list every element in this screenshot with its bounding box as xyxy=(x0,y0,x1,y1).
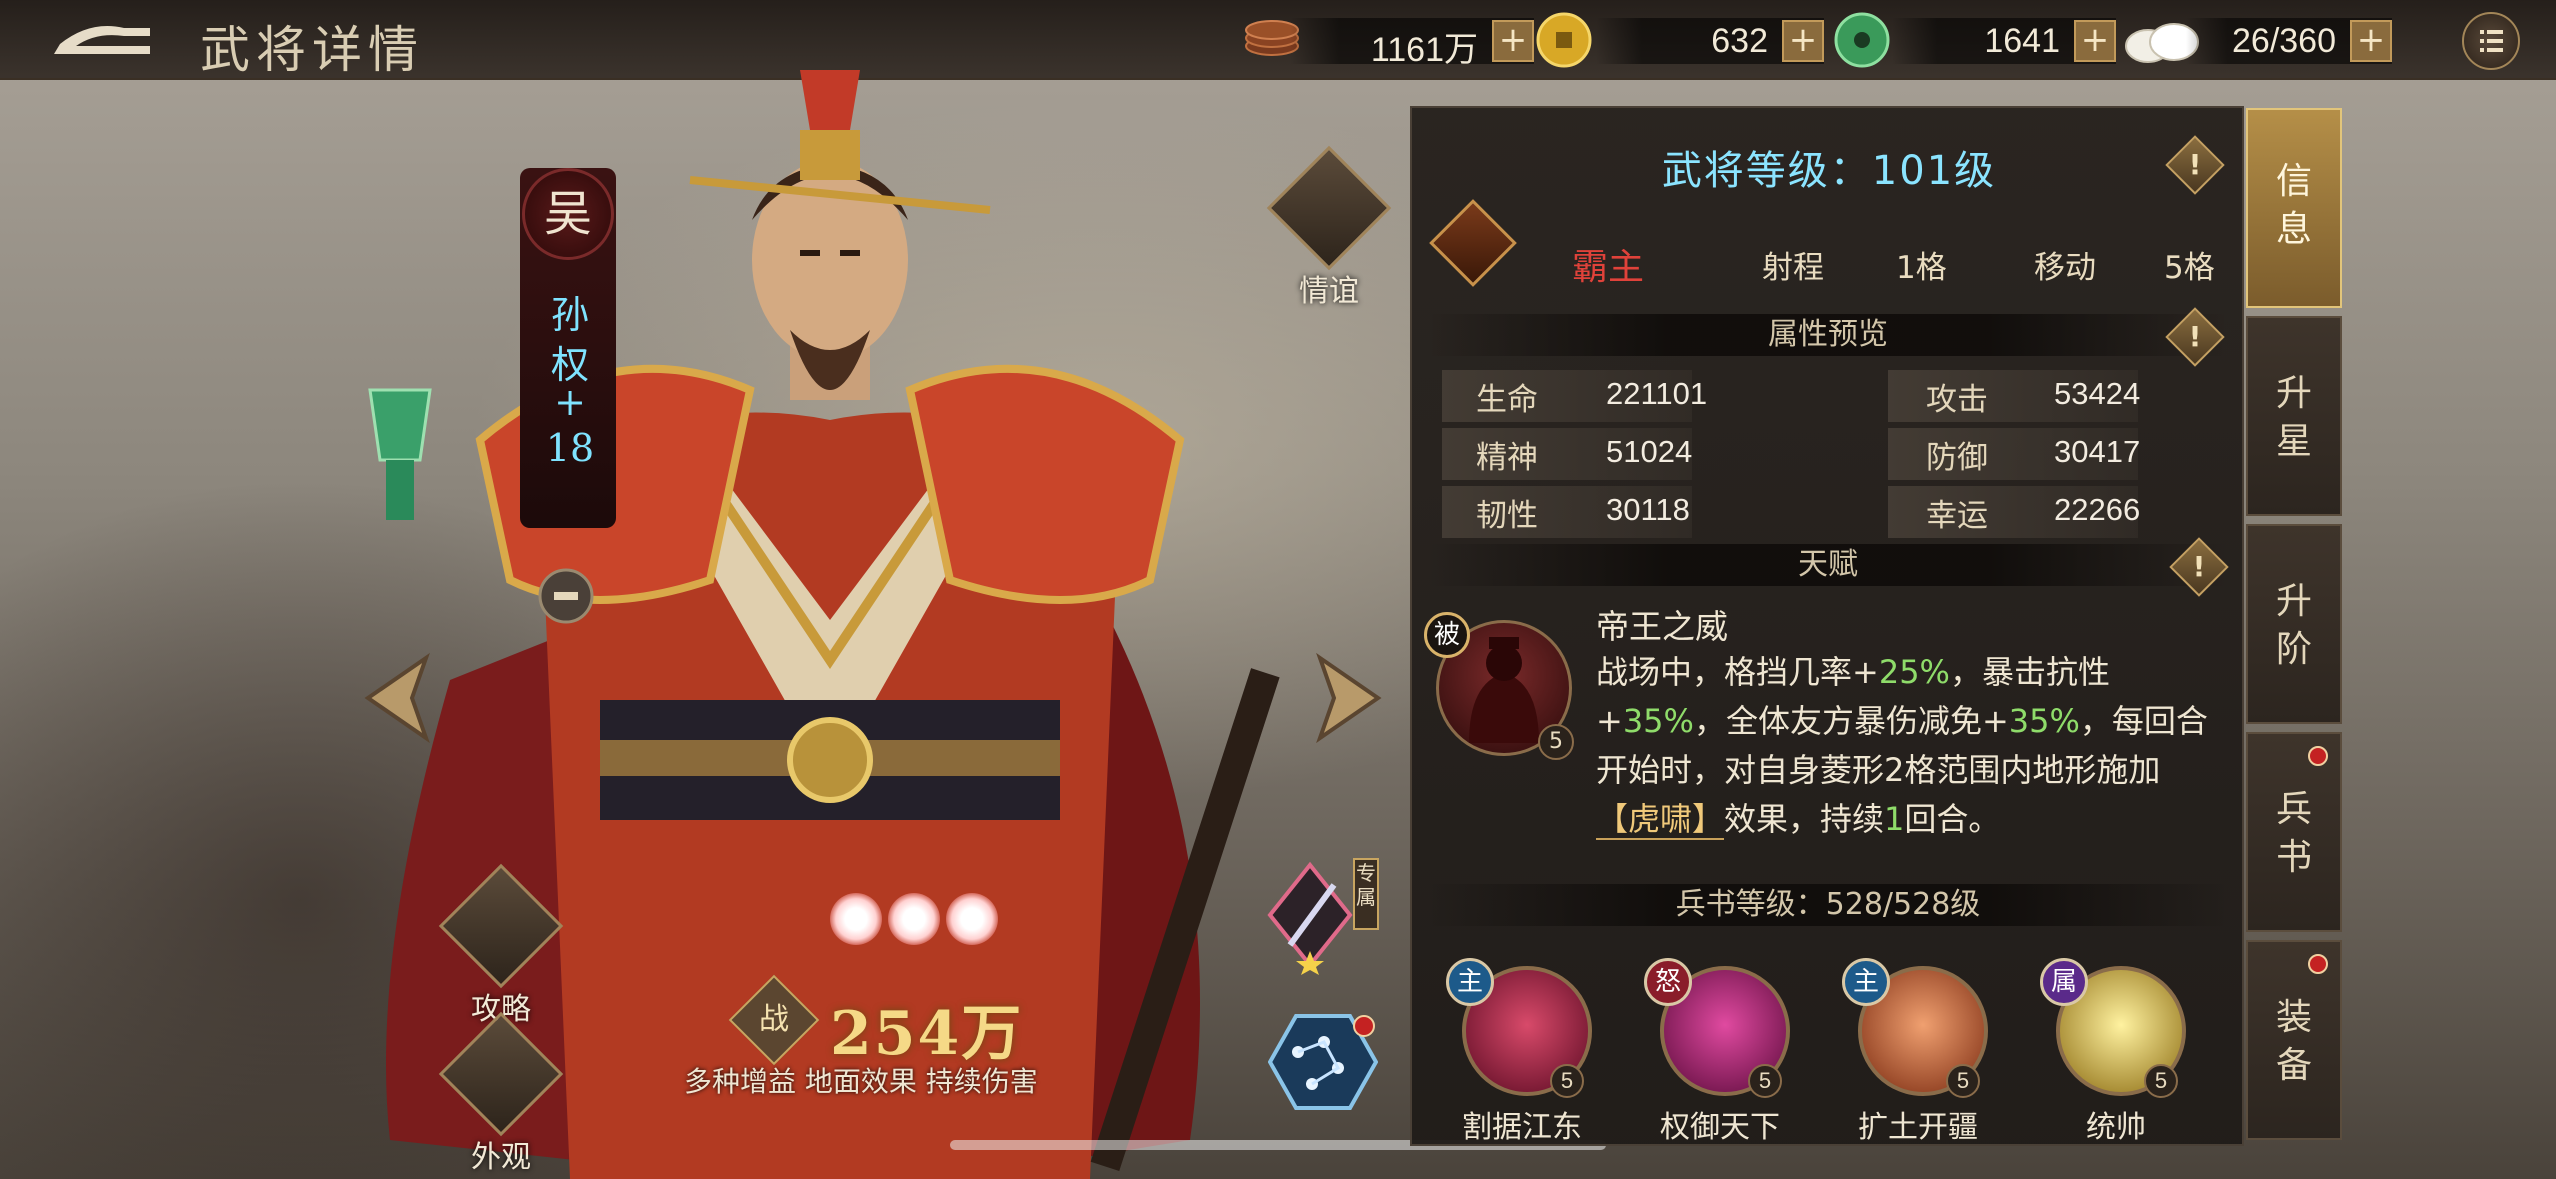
stat-label-defense: 防御 xyxy=(1926,440,1988,476)
friendship-button[interactable]: 情谊 xyxy=(1264,145,1394,310)
book-slot[interactable]: 主 5 扩土开疆 xyxy=(1828,958,2008,1145)
combat-power-value: 254万 xyxy=(830,999,1024,1069)
tab-equipment[interactable]: 装备 xyxy=(2246,940,2342,1140)
stat-label-attack: 攻击 xyxy=(1926,382,1988,418)
notification-dot xyxy=(2308,746,2328,766)
resource-copper: 1161万 + xyxy=(1290,18,1534,69)
stat-value-hp: 221101 xyxy=(1606,376,1708,411)
stat-value-luck: 22266 xyxy=(2054,492,2141,527)
constellation-icon xyxy=(1267,1014,1379,1110)
book-slot[interactable]: 属 5 统帅 xyxy=(2026,958,2206,1145)
class-emblem-icon xyxy=(1429,199,1517,287)
jade-disc-icon xyxy=(1834,12,1890,68)
general-name-char: 孙 xyxy=(550,293,589,337)
friendship-label: 情谊 xyxy=(1299,274,1359,309)
add-stamina-button[interactable]: + xyxy=(2350,20,2392,62)
add-copper-button[interactable]: + xyxy=(1492,20,1534,62)
general-name-rank: 18 xyxy=(545,426,595,470)
book-level: 5 xyxy=(1550,1064,1584,1098)
handshake-icon xyxy=(1266,145,1392,271)
talent-name: 帝王之威 xyxy=(1596,607,1728,646)
resource-jade: 1641 + xyxy=(1892,18,2116,64)
awaken-orb xyxy=(830,893,882,945)
tab-war-book[interactable]: 兵书 xyxy=(2246,732,2342,932)
tab-star-up[interactable]: 升星 xyxy=(2246,316,2342,516)
exclusive-label: 专属 xyxy=(1356,861,1376,909)
lock-toggle-icon[interactable] xyxy=(536,566,596,626)
strategy-guide-button[interactable]: 攻略 xyxy=(436,863,566,1028)
gold-coin-icon xyxy=(1536,12,1592,68)
general-level: 武将等级：101级 xyxy=(1661,148,1997,194)
general-name-plus: + xyxy=(554,380,586,424)
back-button[interactable] xyxy=(40,14,160,66)
exclusive-weapon-button[interactable]: 专属 xyxy=(1250,855,1380,975)
scroll-book-icon xyxy=(438,863,564,989)
book-name: 割据江东 xyxy=(1462,1110,1582,1145)
appearance-button[interactable]: 外观 xyxy=(436,1011,566,1176)
tab-info-label: 信息 xyxy=(2275,161,2312,250)
add-gold-button[interactable]: + xyxy=(1782,20,1824,62)
range-value: 1格 xyxy=(1896,250,1947,286)
general-info-panel: 武将等级：101级 ! 霸主 射程 1格 移动 5格 属性预览 ! 生命 221… xyxy=(1410,106,2244,1146)
menu-button[interactable] xyxy=(2462,12,2520,70)
list-menu-icon xyxy=(2480,30,2503,52)
tab-rank-up-label: 升阶 xyxy=(2275,581,2312,670)
class-name: 霸主 xyxy=(1572,247,1645,288)
book-name: 权御天下 xyxy=(1660,1110,1780,1145)
stat-value-spirit: 51024 xyxy=(1606,434,1693,469)
jade-value: 1641 xyxy=(1984,22,2060,60)
passive-badge: 被 xyxy=(1424,612,1470,658)
talent-header: 天赋 xyxy=(1428,544,2228,586)
move-label: 移动 xyxy=(2034,250,2096,286)
stat-value-defense: 30417 xyxy=(2054,434,2141,469)
move-value: 5格 xyxy=(2164,250,2215,286)
faction-emblem: 吴 xyxy=(522,168,614,260)
book-badge: 主 xyxy=(1446,958,1494,1006)
general-traits: 多种增益 地面效果 持续伤害 xyxy=(684,1065,1038,1098)
book-slot[interactable]: 主 5 割据江东 xyxy=(1432,958,1612,1145)
stat-label-hp: 生命 xyxy=(1476,382,1538,418)
tab-star-up-label: 升星 xyxy=(2275,373,2312,462)
appearance-label: 外观 xyxy=(471,1140,531,1175)
constellation-button[interactable] xyxy=(1267,1012,1379,1112)
resource-gold: 632 + xyxy=(1596,18,1824,64)
stat-label-luck: 幸运 xyxy=(1926,498,1988,534)
book-level: 5 xyxy=(1946,1064,1980,1098)
awaken-orb xyxy=(888,893,940,945)
book-name: 统帅 xyxy=(2086,1110,2146,1145)
book-badge: 主 xyxy=(1842,958,1890,1006)
notification-dot xyxy=(2308,954,2328,974)
resource-stamina: 26/360 + xyxy=(2186,18,2392,64)
terrain-tag-link[interactable]: 【虎啸】 xyxy=(1596,800,1725,840)
book-level: 5 xyxy=(1748,1064,1782,1098)
book-level-header: 兵书等级：528/528级 xyxy=(1428,884,2228,926)
book-badge: 怒 xyxy=(1644,958,1692,1006)
next-general-arrow-icon[interactable] xyxy=(1310,648,1390,748)
tab-rank-up[interactable]: 升阶 xyxy=(2246,524,2342,724)
attributes-header: 属性预览 xyxy=(1428,314,2228,356)
back-arrow-icon xyxy=(54,26,150,54)
range-label: 射程 xyxy=(1762,250,1824,286)
stat-value-toughness: 30118 xyxy=(1606,492,1690,527)
book-slot[interactable]: 怒 5 权御天下 xyxy=(1630,958,1810,1145)
stat-label-toughness: 韧性 xyxy=(1476,498,1538,534)
talent-level: 5 xyxy=(1538,724,1574,760)
stat-value-attack: 53424 xyxy=(2054,376,2141,411)
book-level: 5 xyxy=(2144,1064,2178,1098)
gold-value: 632 xyxy=(1711,22,1768,60)
talent-description: 战场中，格挡几率+25%，暴击抗性+35%，全体友方暴伤减免+35%，每回合开始… xyxy=(1596,653,2208,840)
book-name: 扩土开疆 xyxy=(1858,1110,1978,1145)
copper-value: 1161万 xyxy=(1370,31,1478,69)
tab-info[interactable]: 信息 xyxy=(2246,108,2342,308)
stamina-value: 26/360 xyxy=(2232,22,2336,60)
stat-label-spirit: 精神 xyxy=(1476,440,1538,476)
awaken-orb xyxy=(946,893,998,945)
previous-general-arrow-icon[interactable] xyxy=(356,648,436,748)
robe-icon xyxy=(438,1011,564,1137)
book-badge: 属 xyxy=(2040,958,2088,1006)
add-jade-button[interactable]: + xyxy=(2074,20,2116,62)
